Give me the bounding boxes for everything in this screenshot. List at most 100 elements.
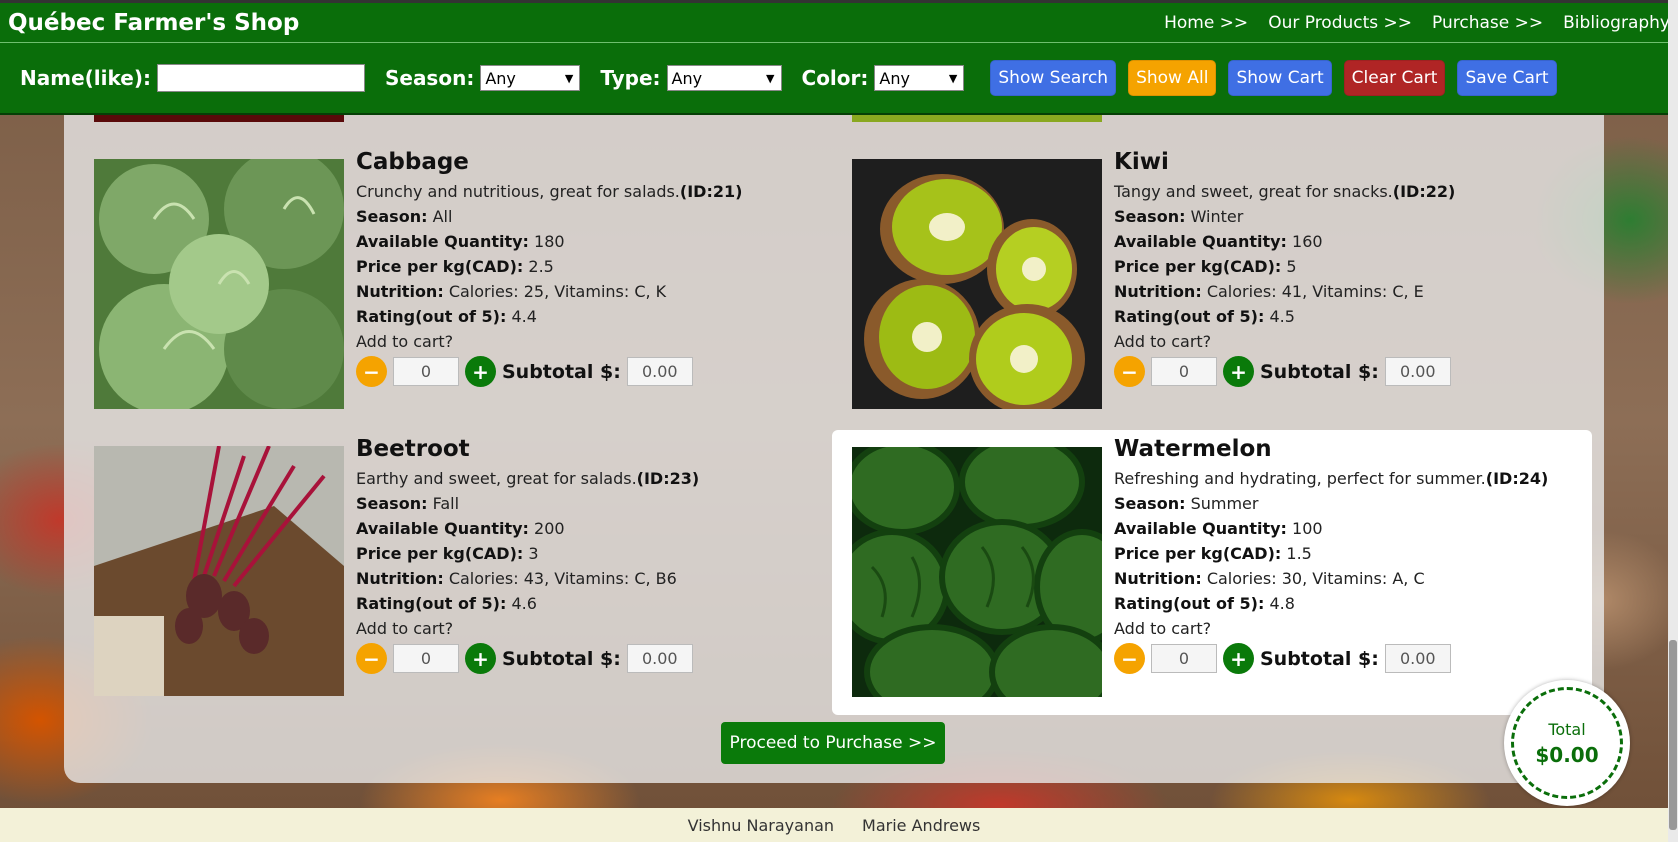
quantity-input[interactable]: 0 <box>1151 644 1217 673</box>
quantity-input[interactable]: 0 <box>1151 357 1217 386</box>
season-filter-select[interactable]: Any ▼ <box>480 65 581 91</box>
type-filter-label: Type: <box>600 66 661 90</box>
chevron-down-icon: ▼ <box>766 71 775 85</box>
product-description: Refreshing and hydrating, perfect for su… <box>1114 469 1549 488</box>
product-name: Beetroot <box>356 436 470 462</box>
subtotal-field: 0.00 <box>1384 644 1451 673</box>
product-price: Price per kg(CAD): 3 <box>356 544 539 563</box>
show-all-button[interactable]: Show All <box>1128 60 1217 96</box>
product-name: Watermelon <box>1114 436 1272 462</box>
add-to-cart-label: Add to cart? <box>1114 619 1212 638</box>
cart-controls: − 0 + Subtotal $: 0.00 <box>356 643 836 674</box>
color-filter-select[interactable]: Any ▼ <box>874 65 965 91</box>
scrollbar-thumb[interactable] <box>1669 640 1677 830</box>
product-name: Cabbage <box>356 149 469 175</box>
cart-controls: − 0 + Subtotal $: 0.00 <box>1114 356 1594 387</box>
clear-cart-button[interactable]: Clear Cart <box>1343 60 1446 96</box>
product-rating: Rating(out of 5): 4.4 <box>356 307 537 326</box>
decrease-quantity-button[interactable]: − <box>356 356 387 387</box>
save-cart-button[interactable]: Save Cart <box>1457 60 1557 96</box>
nav-home[interactable]: Home >> <box>1164 13 1248 33</box>
nav-bibliography[interactable]: Bibliography <box>1563 13 1670 33</box>
name-filter-label: Name(like): <box>20 66 151 90</box>
subtotal-label: Subtotal $: <box>502 360 621 383</box>
product-card: Cabbage Crunchy and nutritious, great fo… <box>84 143 844 409</box>
product-season: Season: Winter <box>1114 207 1244 226</box>
subtotal-field: 0.00 <box>626 357 693 386</box>
product-quantity: Available Quantity: 200 <box>356 519 565 538</box>
cart-total-badge: Total $0.00 <box>1504 680 1630 806</box>
nav-purchase[interactable]: Purchase >> <box>1432 13 1543 33</box>
product-rating: Rating(out of 5): 4.5 <box>1114 307 1295 326</box>
product-nutrition: Nutrition: Calories: 43, Vitamins: C, B6 <box>356 569 677 588</box>
decrease-quantity-button[interactable]: − <box>1114 643 1145 674</box>
cart-controls: − 0 + Subtotal $: 0.00 <box>356 356 836 387</box>
chevron-down-icon: ▼ <box>948 71 958 85</box>
color-filter-value: Any <box>879 68 910 88</box>
quantity-input[interactable]: 0 <box>393 644 459 673</box>
color-filter-label: Color: <box>801 66 869 90</box>
kiwi-image <box>852 159 1102 409</box>
top-navbar: Québec Farmer's Shop Home >> Our Product… <box>0 0 1678 42</box>
type-filter-value: Any <box>671 68 703 88</box>
subtotal-label: Subtotal $: <box>1260 647 1379 670</box>
product-price: Price per kg(CAD): 1.5 <box>1114 544 1312 563</box>
product-price: Price per kg(CAD): 5 <box>1114 257 1297 276</box>
product-nutrition: Nutrition: Calories: 30, Vitamins: A, C <box>1114 569 1425 588</box>
increase-quantity-button[interactable]: + <box>1223 643 1254 674</box>
page-footer: Vishnu Narayanan Marie Andrews <box>0 808 1668 842</box>
add-to-cart-label: Add to cart? <box>356 619 454 638</box>
product-quantity: Available Quantity: 160 <box>1114 232 1323 251</box>
product-rating: Rating(out of 5): 4.6 <box>356 594 537 613</box>
product-nutrition: Nutrition: Calories: 25, Vitamins: C, K <box>356 282 667 301</box>
search-bar: Name(like): Season: Any ▼ Type: Any ▼ Co… <box>0 42 1678 115</box>
increase-quantity-button[interactable]: + <box>465 643 496 674</box>
cart-total-inner: Total $0.00 <box>1511 687 1623 799</box>
increase-quantity-button[interactable]: + <box>1223 356 1254 387</box>
season-filter-value: Any <box>485 68 516 88</box>
main-nav: Home >> Our Products >> Purchase >> Bibl… <box>1164 13 1670 33</box>
product-description: Earthy and sweet, great for salads.(ID:2… <box>356 469 700 488</box>
previous-product-image-edge <box>852 115 1102 122</box>
add-to-cart-label: Add to cart? <box>356 332 454 351</box>
increase-quantity-button[interactable]: + <box>465 356 496 387</box>
product-season: Season: Fall <box>356 494 460 513</box>
name-filter-input[interactable] <box>156 64 365 92</box>
product-card: Kiwi Tangy and sweet, great for snacks.(… <box>842 143 1602 409</box>
subtotal-field: 0.00 <box>1384 357 1451 386</box>
proceed-to-purchase-button[interactable]: Proceed to Purchase >> <box>721 722 945 764</box>
product-name: Kiwi <box>1114 149 1169 175</box>
watermelon-image <box>852 447 1102 697</box>
product-card: Beetroot Earthy and sweet, great for sal… <box>84 430 844 696</box>
product-price: Price per kg(CAD): 2.5 <box>356 257 554 276</box>
product-season: Season: All <box>356 207 453 226</box>
footer-author: Vishnu Narayanan <box>687 815 835 835</box>
chevron-down-icon: ▼ <box>564 71 574 85</box>
product-quantity: Available Quantity: 180 <box>356 232 565 251</box>
type-filter-select[interactable]: Any ▼ <box>666 65 782 91</box>
product-season: Season: Summer <box>1114 494 1259 513</box>
footer-author: Marie Andrews <box>862 815 981 835</box>
product-description: Crunchy and nutritious, great for salads… <box>356 182 743 201</box>
nav-our-products[interactable]: Our Products >> <box>1268 13 1412 33</box>
beetroot-image <box>94 446 344 696</box>
decrease-quantity-button[interactable]: − <box>1114 356 1145 387</box>
cabbage-image <box>94 159 344 409</box>
product-rating: Rating(out of 5): 4.8 <box>1114 594 1295 613</box>
total-label: Total <box>1548 719 1586 739</box>
season-filter-label: Season: <box>384 66 475 90</box>
subtotal-label: Subtotal $: <box>502 647 621 670</box>
total-value: $0.00 <box>1535 742 1599 767</box>
subtotal-label: Subtotal $: <box>1260 360 1379 383</box>
previous-product-image-edge <box>94 115 344 122</box>
product-description: Tangy and sweet, great for snacks.(ID:22… <box>1114 182 1456 201</box>
quantity-input[interactable]: 0 <box>393 357 459 386</box>
decrease-quantity-button[interactable]: − <box>356 643 387 674</box>
product-card-highlighted: Watermelon Refreshing and hydrating, per… <box>832 430 1592 715</box>
product-quantity: Available Quantity: 100 <box>1114 519 1323 538</box>
show-search-button[interactable]: Show Search <box>990 60 1117 96</box>
show-cart-button[interactable]: Show Cart <box>1228 60 1332 96</box>
subtotal-field: 0.00 <box>626 644 693 673</box>
brand-title[interactable]: Québec Farmer's Shop <box>8 10 299 36</box>
product-nutrition: Nutrition: Calories: 41, Vitamins: C, E <box>1114 282 1424 301</box>
